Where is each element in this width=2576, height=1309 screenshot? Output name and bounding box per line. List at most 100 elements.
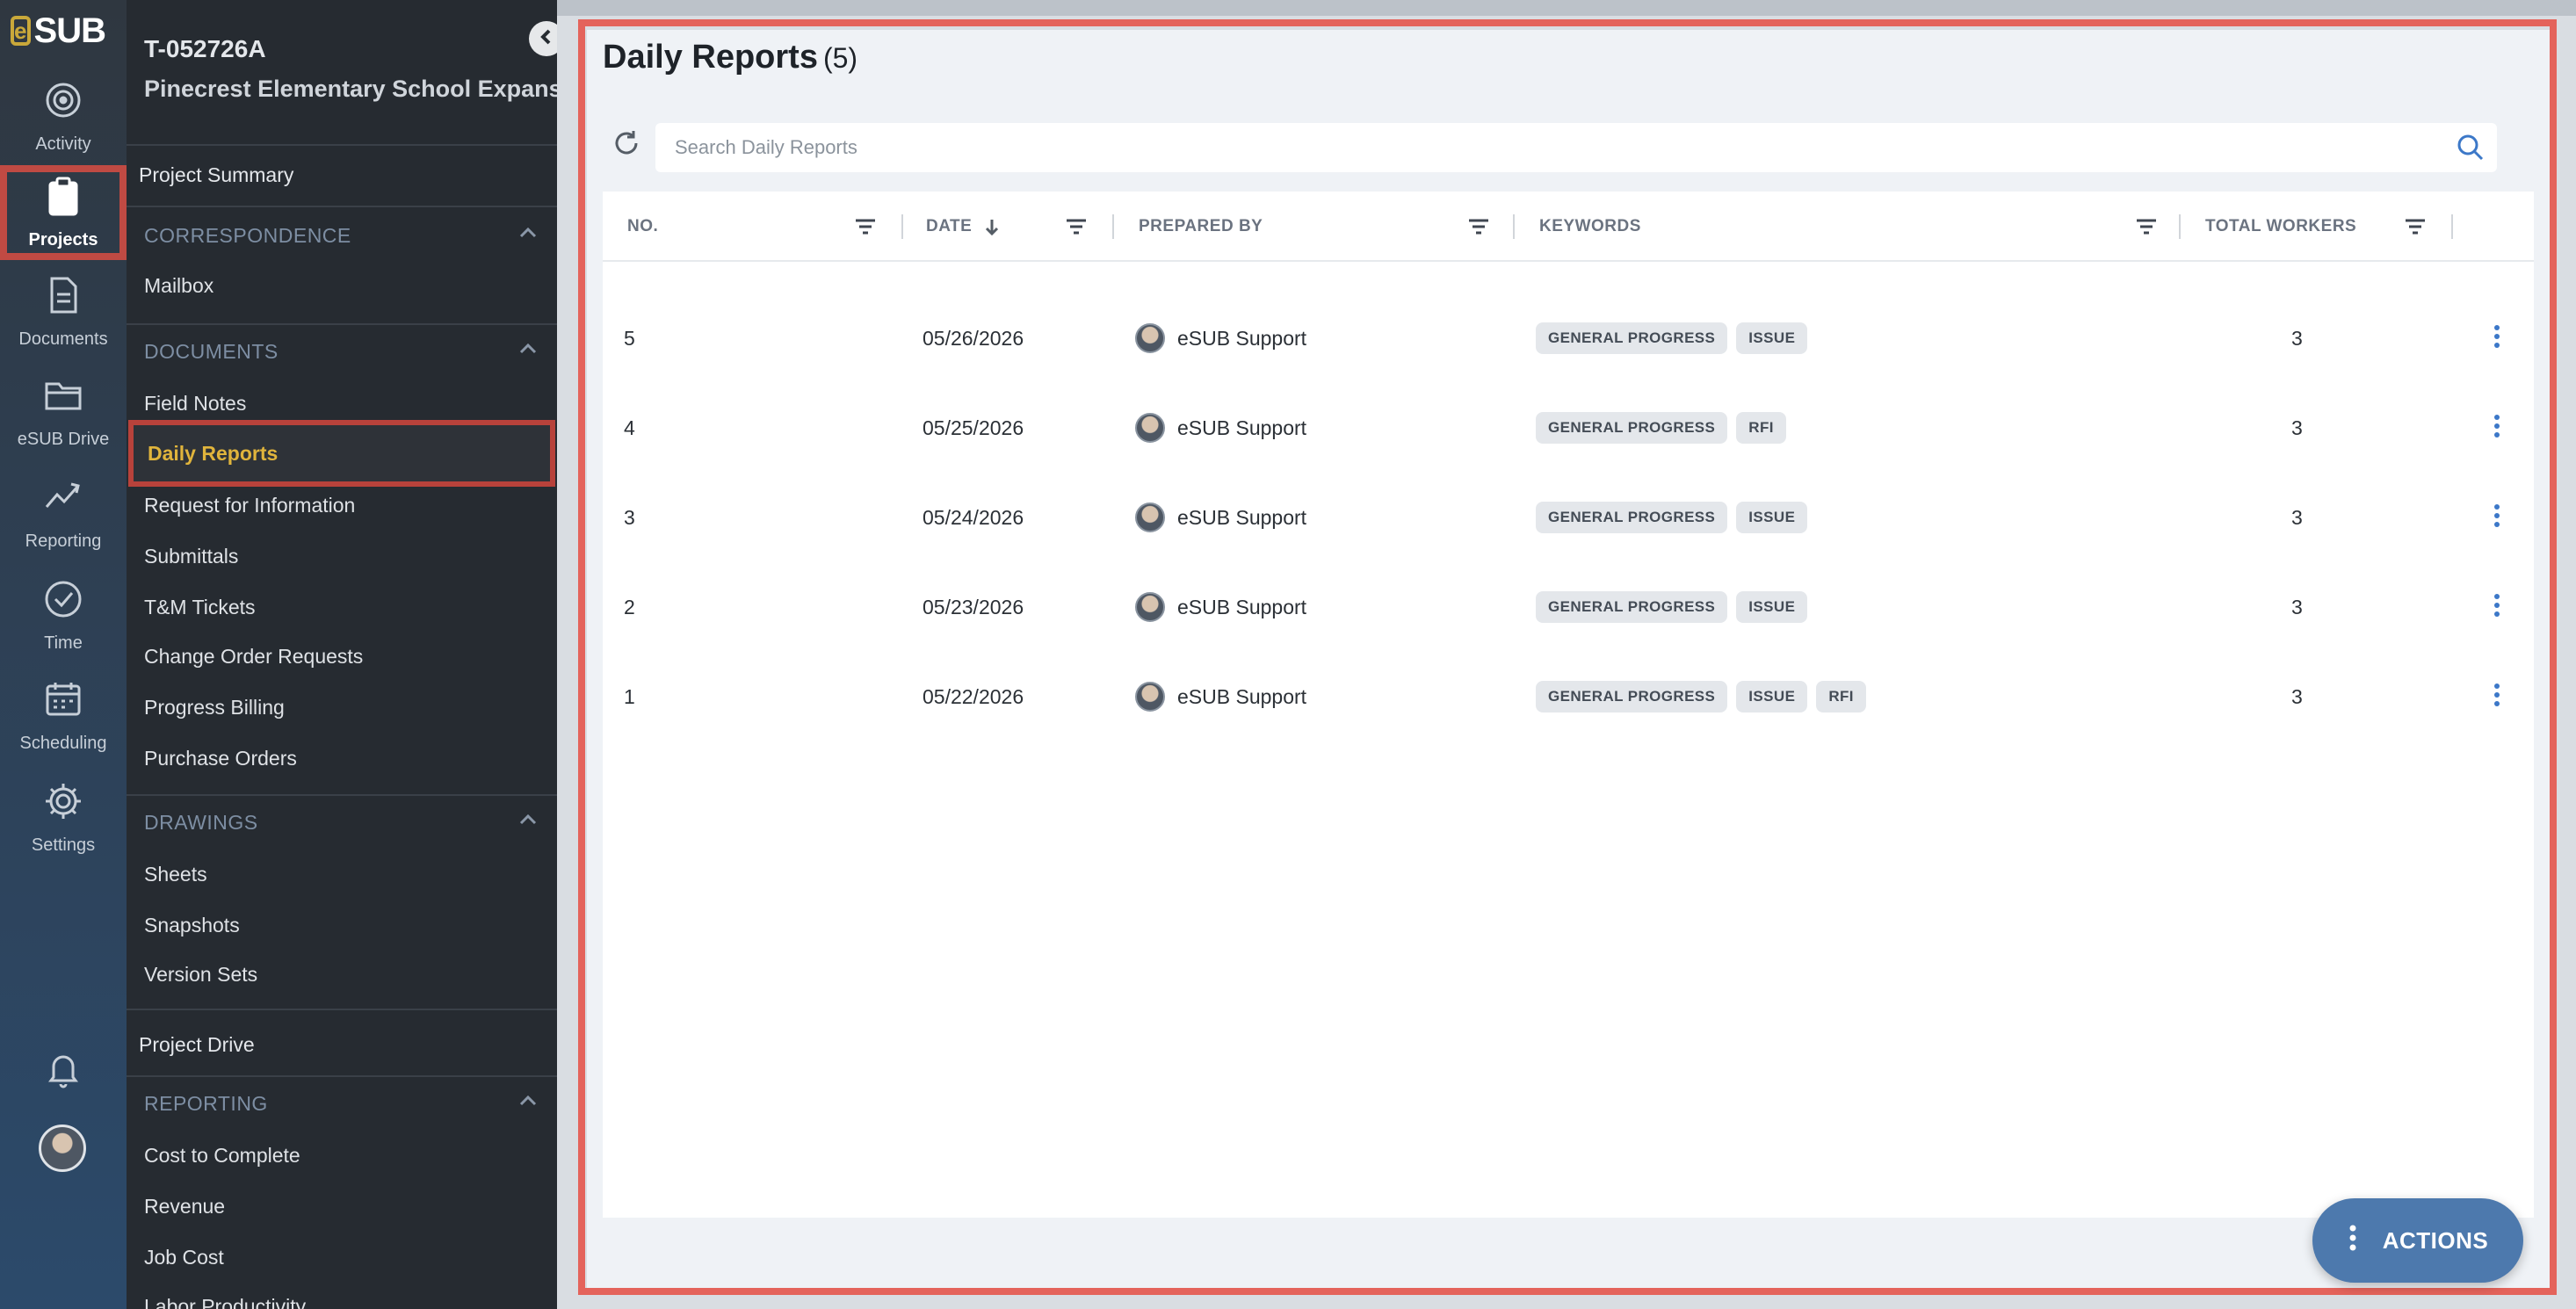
user-avatar[interactable] xyxy=(39,1125,86,1172)
project-nav: T-052726A Pinecrest Elementary School Ex… xyxy=(127,0,557,1309)
nav-request-for-information[interactable]: Request for Information xyxy=(144,494,355,517)
nav-labor-productivity[interactable]: Labor Productivity xyxy=(144,1295,306,1309)
nav-job-cost[interactable]: Job Cost xyxy=(144,1246,224,1269)
cell-total-workers: 3 xyxy=(2291,684,2303,708)
table-row[interactable]: 5 05/26/2026 eSUB Support GENERAL PROGRE… xyxy=(603,293,2534,383)
clipboard-icon xyxy=(43,176,83,221)
column-divider xyxy=(1112,214,1114,239)
cell-keywords: GENERAL PROGRESS RFI xyxy=(1536,383,1795,473)
rail-item-esub-drive[interactable]: eSUB Drive xyxy=(0,364,127,460)
cell-keywords: GENERAL PROGRESS ISSUE xyxy=(1536,293,1816,383)
preparer-name: eSUB Support xyxy=(1177,505,1307,529)
section-title: REPORTING xyxy=(144,1091,268,1115)
chevron-up-icon xyxy=(517,808,539,836)
filter-no[interactable] xyxy=(852,192,887,262)
nav-revenue[interactable]: Revenue xyxy=(144,1195,225,1219)
rail-item-activity[interactable]: Activity xyxy=(0,69,127,165)
filter-prepared-by[interactable] xyxy=(1465,192,1501,262)
nav-mailbox[interactable]: Mailbox xyxy=(144,274,213,298)
actions-button[interactable]: ACTIONS xyxy=(2312,1198,2523,1283)
cell-total-workers: 3 xyxy=(2291,416,2303,439)
nav-daily-reports[interactable]: Daily Reports xyxy=(128,420,555,487)
table-row[interactable]: 4 05/25/2026 eSUB Support GENERAL PROGRE… xyxy=(603,383,2534,473)
table-row[interactable]: 3 05/24/2026 eSUB Support GENERAL PROGRE… xyxy=(603,473,2534,562)
filter-icon xyxy=(852,213,879,240)
nav-field-notes[interactable]: Field Notes xyxy=(144,392,246,416)
rail-item-label: Reporting xyxy=(25,531,102,551)
cell-keywords: GENERAL PROGRESS ISSUE RFI xyxy=(1536,652,1875,741)
rail-item-reporting[interactable]: Reporting xyxy=(0,466,127,562)
section-correspondence[interactable]: CORRESPONDENCE xyxy=(144,221,539,250)
section-reporting[interactable]: REPORTING xyxy=(144,1089,539,1117)
main-area: Daily Reports(5) NO. DATE PREPARED BY KE… xyxy=(557,0,2576,1309)
clock-check-icon xyxy=(43,579,83,625)
kebab-icon xyxy=(2481,410,2513,446)
esub-logo[interactable]: e SUB xyxy=(11,11,106,51)
notifications-button[interactable] xyxy=(0,1028,127,1116)
table-row[interactable]: 1 05/22/2026 eSUB Support GENERAL PROGRE… xyxy=(603,652,2534,741)
avatar xyxy=(1135,592,1165,622)
row-menu-button[interactable] xyxy=(2481,412,2513,444)
column-header-date[interactable]: DATE xyxy=(926,192,1002,262)
keyword-tag: ISSUE xyxy=(1736,681,1808,712)
cell-prepared-by: eSUB Support xyxy=(1135,293,1306,383)
keyword-tag: RFI xyxy=(1736,412,1786,444)
filter-keywords[interactable] xyxy=(2133,192,2168,262)
filter-icon xyxy=(1465,213,1492,240)
cell-prepared-by: eSUB Support xyxy=(1135,652,1306,741)
section-title: CORRESPONDENCE xyxy=(144,223,351,247)
filter-icon xyxy=(2133,213,2160,240)
document-icon xyxy=(43,275,83,321)
keyword-tag: RFI xyxy=(1816,681,1866,712)
rail-item-documents[interactable]: Documents xyxy=(0,264,127,360)
nav-submittals[interactable]: Submittals xyxy=(144,545,238,568)
cell-prepared-by: eSUB Support xyxy=(1135,473,1306,562)
rail-item-label: Settings xyxy=(31,835,96,855)
row-menu-button[interactable] xyxy=(2481,502,2513,533)
column-divider xyxy=(2451,214,2453,239)
table-row[interactable]: 2 05/23/2026 eSUB Support GENERAL PROGRE… xyxy=(603,562,2534,652)
nav-sheets[interactable]: Sheets xyxy=(144,863,207,886)
cell-date: 05/22/2026 xyxy=(923,684,1024,708)
chart-line-icon xyxy=(43,477,83,523)
collapse-nav-button[interactable] xyxy=(529,21,557,56)
nav-change-order-requests[interactable]: Change Order Requests xyxy=(144,645,363,669)
sort-descending-icon[interactable] xyxy=(982,217,1002,236)
nav-project-summary[interactable]: Project Summary xyxy=(139,163,293,187)
kebab-icon xyxy=(2481,500,2513,536)
cell-prepared-by: eSUB Support xyxy=(1135,383,1306,473)
avatar xyxy=(1135,682,1165,712)
refresh-button[interactable] xyxy=(611,128,641,158)
column-header-keywords[interactable]: KEYWORDS xyxy=(1539,192,1641,262)
rail-item-projects[interactable]: Projects xyxy=(0,165,127,260)
search-input[interactable] xyxy=(675,136,2397,159)
nav-tm-tickets[interactable]: T&M Tickets xyxy=(144,596,256,619)
search-bar xyxy=(655,123,2497,172)
filter-total-workers[interactable] xyxy=(2402,192,2437,262)
filter-date[interactable] xyxy=(1063,192,1098,262)
chevron-up-icon xyxy=(517,1089,539,1117)
section-drawings[interactable]: DRAWINGS xyxy=(144,808,539,836)
column-header-prepared-by[interactable]: PREPARED BY xyxy=(1139,192,1263,262)
nav-cost-to-complete[interactable]: Cost to Complete xyxy=(144,1144,300,1168)
nav-version-sets[interactable]: Version Sets xyxy=(144,963,257,987)
divider xyxy=(127,794,557,796)
section-documents[interactable]: DOCUMENTS xyxy=(144,337,539,365)
folder-icon xyxy=(43,375,83,421)
keyword-tag: GENERAL PROGRESS xyxy=(1536,502,1728,533)
rail-item-time[interactable]: Time xyxy=(0,568,127,664)
rail-item-settings[interactable]: Settings xyxy=(0,770,127,866)
nav-progress-billing[interactable]: Progress Billing xyxy=(144,696,285,720)
row-menu-button[interactable] xyxy=(2481,322,2513,354)
gear-icon xyxy=(43,781,83,827)
nav-snapshots[interactable]: Snapshots xyxy=(144,914,240,937)
column-header-no[interactable]: NO. xyxy=(627,192,658,262)
column-header-total-workers[interactable]: TOTAL WORKERS xyxy=(2205,192,2356,262)
nav-purchase-orders[interactable]: Purchase Orders xyxy=(144,747,297,770)
search-icon[interactable] xyxy=(2457,134,2485,162)
rail-item-scheduling[interactable]: Scheduling xyxy=(0,668,127,764)
nav-project-drive[interactable]: Project Drive xyxy=(139,1033,255,1057)
row-menu-button[interactable] xyxy=(2481,591,2513,623)
column-label: DATE xyxy=(926,217,973,235)
row-menu-button[interactable] xyxy=(2481,681,2513,712)
